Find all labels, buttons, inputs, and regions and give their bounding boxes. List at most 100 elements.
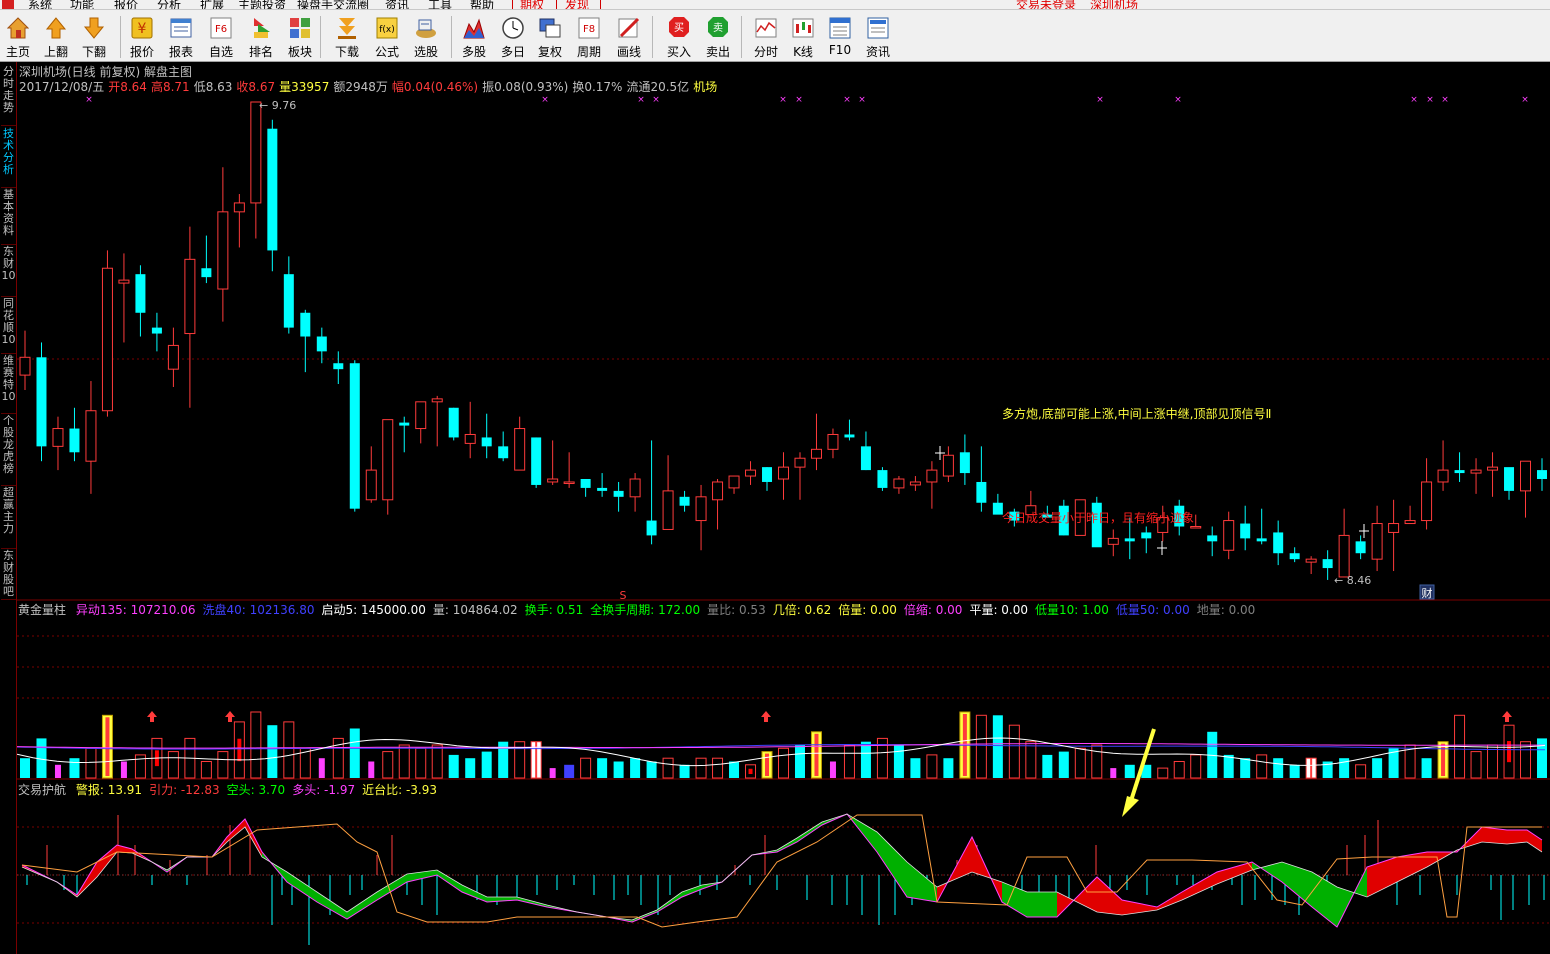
volume-bar[interactable] bbox=[318, 758, 325, 778]
candle[interactable] bbox=[1504, 467, 1515, 500]
toolbar-button-14[interactable]: 复权 bbox=[532, 12, 568, 60]
candle[interactable] bbox=[893, 476, 905, 494]
volume-bar[interactable] bbox=[69, 758, 80, 778]
candle[interactable] bbox=[942, 446, 954, 482]
finance-marker[interactable]: 财 bbox=[1419, 584, 1435, 600]
candle[interactable] bbox=[1305, 556, 1317, 574]
candle[interactable] bbox=[1322, 550, 1333, 580]
menu-item[interactable]: 主题投资 bbox=[238, 0, 286, 9]
candle[interactable] bbox=[629, 473, 641, 512]
candle[interactable] bbox=[448, 407, 459, 441]
volume-bar[interactable] bbox=[1273, 758, 1284, 778]
toolbar-button-17[interactable]: 买买入 bbox=[661, 12, 697, 60]
candle[interactable] bbox=[1404, 505, 1416, 525]
candle[interactable] bbox=[597, 473, 608, 497]
menu-item-special[interactable]: 发现 bbox=[565, 0, 589, 9]
candle[interactable] bbox=[563, 452, 575, 488]
candle[interactable] bbox=[1289, 547, 1300, 563]
candle[interactable] bbox=[1421, 458, 1433, 530]
menu-item[interactable]: 操盘手交流圈 bbox=[297, 0, 369, 9]
menu-item[interactable]: 扩展 bbox=[200, 0, 224, 9]
candle[interactable] bbox=[415, 401, 427, 444]
volume-bar[interactable] bbox=[745, 764, 757, 779]
volume-bar[interactable] bbox=[1025, 741, 1037, 779]
toolbar-button-7[interactable]: 排名 bbox=[243, 12, 279, 60]
volume-bar[interactable] bbox=[646, 761, 657, 779]
indicator2-name[interactable]: 交易护航 bbox=[18, 783, 66, 797]
candle[interactable] bbox=[250, 101, 262, 239]
volume-bar[interactable] bbox=[843, 744, 855, 779]
volume-bar[interactable] bbox=[1074, 747, 1086, 779]
volume-bar[interactable] bbox=[1110, 768, 1117, 778]
candle[interactable] bbox=[1273, 520, 1284, 566]
candle[interactable] bbox=[399, 416, 410, 453]
menu-item[interactable]: 分析 bbox=[157, 0, 181, 9]
volume-bar[interactable] bbox=[1223, 754, 1234, 778]
toolbar-button-10[interactable]: f(x) 公式 bbox=[369, 12, 405, 60]
side-tab-2[interactable]: 技术分析 bbox=[1, 128, 16, 188]
candle[interactable] bbox=[464, 401, 476, 459]
candle[interactable] bbox=[844, 419, 855, 441]
volume-bar[interactable] bbox=[1421, 758, 1432, 778]
volume-bar[interactable] bbox=[893, 745, 904, 778]
candle[interactable] bbox=[877, 467, 888, 491]
toolbar-button-6[interactable]: F6 自选 bbox=[203, 12, 239, 60]
candle[interactable] bbox=[1338, 508, 1350, 578]
volume-bar[interactable] bbox=[283, 721, 295, 779]
candle[interactable] bbox=[167, 327, 179, 387]
candle[interactable] bbox=[1240, 505, 1251, 551]
candle[interactable] bbox=[201, 235, 212, 284]
candle[interactable] bbox=[1388, 499, 1400, 572]
side-tab-7[interactable]: 个股龙虎榜 bbox=[1, 415, 16, 486]
toolbar-button-21[interactable]: F10 bbox=[822, 12, 858, 60]
volume-bar[interactable] bbox=[1058, 751, 1069, 778]
candle[interactable] bbox=[695, 484, 707, 551]
candle[interactable] bbox=[300, 309, 311, 373]
toolbar-button-16[interactable]: 画线 bbox=[611, 12, 647, 60]
candle[interactable] bbox=[1256, 508, 1267, 545]
candle[interactable] bbox=[118, 253, 130, 343]
volume-bar[interactable] bbox=[597, 758, 608, 778]
candle[interactable] bbox=[860, 431, 871, 471]
toolbar-button-4[interactable]: ¥ 报价 bbox=[124, 12, 160, 60]
volume-bar[interactable] bbox=[101, 714, 113, 779]
toolbar-button-11[interactable]: 选股 bbox=[408, 12, 444, 60]
candle[interactable] bbox=[662, 455, 674, 530]
side-tab-3[interactable]: 基本资料 bbox=[1, 189, 16, 245]
volume-bar[interactable] bbox=[481, 751, 492, 778]
volume-bar[interactable] bbox=[778, 747, 789, 779]
volume-bar[interactable] bbox=[1173, 761, 1185, 779]
candle[interactable] bbox=[382, 419, 394, 515]
volume-bar[interactable] bbox=[1537, 738, 1547, 778]
menu-item[interactable]: 功能 bbox=[70, 0, 94, 9]
candle[interactable] bbox=[745, 461, 757, 485]
toolbar-button-8[interactable]: 板块 bbox=[282, 12, 318, 60]
toolbar-button-18[interactable]: 卖卖出 bbox=[700, 12, 736, 60]
candle[interactable] bbox=[613, 481, 624, 512]
side-tab-1[interactable]: 分时走势 bbox=[1, 66, 16, 126]
volume-bar[interactable] bbox=[712, 757, 724, 779]
candle[interactable] bbox=[926, 461, 938, 509]
volume-bar[interactable] bbox=[1372, 758, 1383, 778]
volume-bar[interactable] bbox=[415, 747, 427, 779]
candle[interactable] bbox=[151, 312, 162, 352]
candle[interactable] bbox=[679, 490, 690, 512]
kline-chart-canvas[interactable]: × × × × × × × × × × × × × × ← 9.76 ← 8.46 多方炮,底部可能上涨,中间上… bbox=[17, 62, 1550, 954]
volume-bar[interactable] bbox=[926, 754, 938, 779]
candle[interactable] bbox=[1107, 529, 1119, 557]
volume-bar[interactable] bbox=[1305, 757, 1317, 779]
volume-bar[interactable] bbox=[1124, 764, 1135, 778]
candle[interactable] bbox=[365, 446, 377, 503]
volume-bar[interactable] bbox=[794, 745, 805, 778]
candle[interactable] bbox=[217, 167, 229, 322]
side-tab-9[interactable]: 东财股吧 bbox=[1, 550, 16, 600]
candle[interactable] bbox=[283, 256, 294, 334]
candle[interactable] bbox=[762, 467, 773, 491]
volume-bar[interactable] bbox=[85, 747, 97, 779]
candle[interactable] bbox=[1537, 458, 1547, 491]
volume-bar[interactable] bbox=[250, 711, 262, 779]
menu-item[interactable]: 报价 bbox=[114, 0, 138, 9]
volume-bar[interactable] bbox=[465, 758, 476, 778]
toolbar-button-12[interactable]: 多股 bbox=[456, 12, 492, 60]
candle[interactable] bbox=[36, 342, 47, 462]
